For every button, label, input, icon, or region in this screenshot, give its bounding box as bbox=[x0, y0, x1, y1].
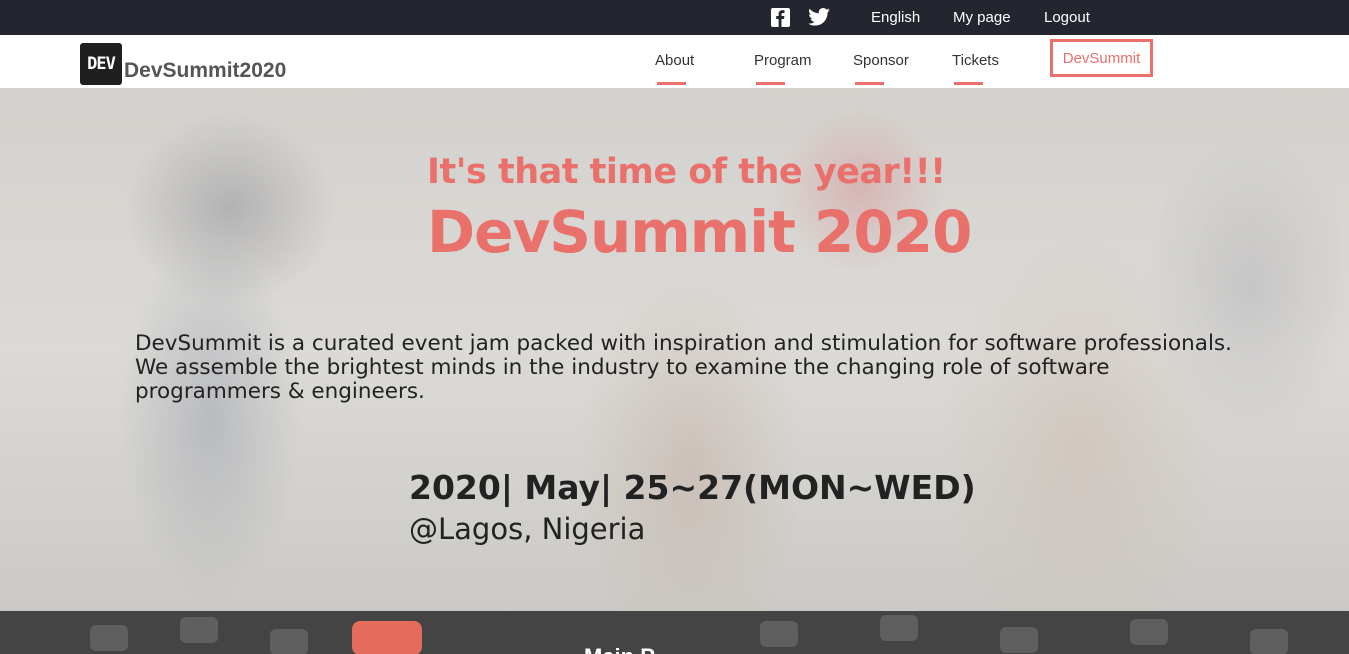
nav-sponsor-underline bbox=[855, 82, 884, 85]
logout-link[interactable]: Logout bbox=[1044, 9, 1090, 26]
hero-title: DevSummit 2020 bbox=[427, 198, 972, 266]
event-location: @Lagos, Nigeria bbox=[409, 512, 646, 546]
nav-program[interactable]: Program bbox=[754, 52, 812, 69]
nav-about-underline bbox=[657, 82, 686, 85]
section-heading: Main P bbox=[584, 644, 655, 654]
facebook-icon[interactable] bbox=[771, 8, 790, 31]
next-section-banner: Main P bbox=[0, 611, 1349, 654]
dev-logo[interactable]: DEV bbox=[80, 43, 122, 85]
language-link[interactable]: English bbox=[871, 9, 920, 26]
top-bar: English My page Logout bbox=[0, 0, 1349, 35]
nav-sponsor[interactable]: Sponsor bbox=[853, 52, 909, 69]
nav-about[interactable]: About bbox=[655, 52, 694, 69]
devsummit-cta-button[interactable]: DevSummit bbox=[1050, 39, 1153, 77]
banner-overlay bbox=[0, 611, 1349, 654]
brand-name[interactable]: DevSummit2020 bbox=[124, 59, 286, 83]
nav-program-underline bbox=[756, 82, 785, 85]
nav-tickets[interactable]: Tickets bbox=[952, 52, 999, 69]
main-navbar: DEV DevSummit2020 About Program Sponsor … bbox=[0, 35, 1349, 88]
my-page-link[interactable]: My page bbox=[953, 9, 1011, 26]
twitter-icon[interactable] bbox=[808, 8, 830, 30]
event-date: 2020| May| 25~27(MON~WED) bbox=[409, 468, 976, 507]
hero-description: DevSummit is a curated event jam packed … bbox=[135, 331, 1232, 404]
nav-tickets-underline bbox=[954, 82, 983, 85]
hero-subtitle: It's that time of the year!!! bbox=[427, 152, 946, 192]
hero-section: It's that time of the year!!! DevSummit … bbox=[0, 88, 1349, 611]
